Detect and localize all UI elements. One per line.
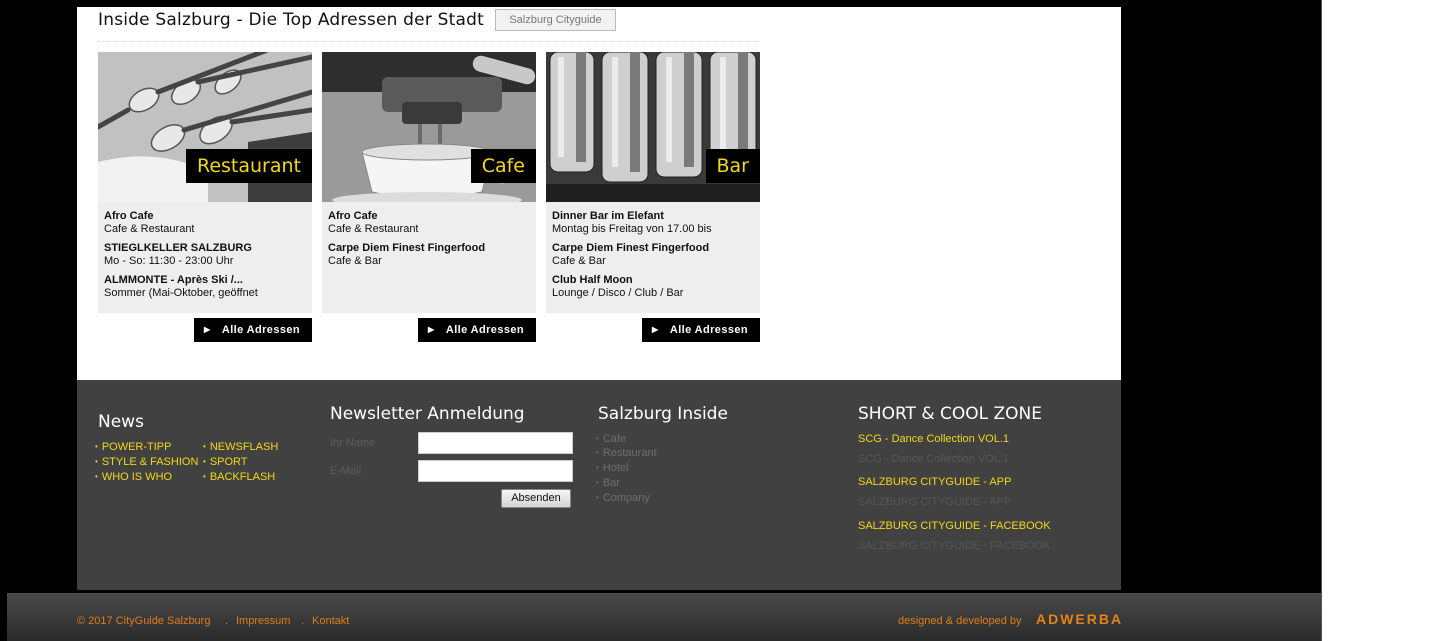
news-heading: News bbox=[98, 412, 144, 432]
section-title: Inside Salzburg - Die Top Adressen der S… bbox=[98, 10, 484, 30]
entry-subtitle: Cafe & Bar bbox=[328, 255, 382, 267]
inside-link-company[interactable]: • Company bbox=[596, 491, 650, 506]
newsletter-heading: Newsletter Anmeldung bbox=[330, 404, 525, 424]
entry-subtitle: Cafe & Restaurant bbox=[328, 223, 419, 235]
email-input[interactable] bbox=[418, 460, 573, 482]
bullet-icon: • bbox=[596, 478, 599, 487]
name-field-label: Ihr Name bbox=[330, 437, 376, 449]
list-item[interactable]: STIEGLKELLER SALZBURG Mo - So: 11:30 - 2… bbox=[104, 241, 306, 268]
kontakt-link[interactable]: Kontakt bbox=[312, 615, 349, 627]
entry-subtitle: Sommer (Mai-Oktober, geöffnet bbox=[104, 287, 258, 299]
list-item[interactable]: Afro Cafe Cafe & Restaurant bbox=[328, 209, 530, 236]
page-right-margin bbox=[1321, 0, 1440, 641]
bullet-icon: • bbox=[596, 434, 599, 443]
all-addresses-button-restaurant[interactable]: ▶ Alle Adressen bbox=[194, 318, 312, 342]
list-item[interactable]: Club Half Moon Lounge / Disco / Club / B… bbox=[552, 273, 754, 300]
news-link-sport[interactable]: • SPORT bbox=[203, 455, 248, 470]
card-label: Cafe bbox=[470, 149, 536, 183]
category-card-restaurant: Restaurant Afro Cafe Cafe & Restaurant S… bbox=[98, 52, 312, 313]
news-link-backflash[interactable]: • BACKFLASH bbox=[203, 470, 275, 485]
card-address-list: Afro Cafe Cafe & Restaurant STIEGLKELLER… bbox=[98, 202, 312, 313]
adwerba-logo-link[interactable]: ADWERBA bbox=[1036, 611, 1123, 627]
frame-top-border bbox=[0, 0, 1440, 7]
inside-link-hotel[interactable]: • Hotel bbox=[596, 461, 629, 476]
bullet-icon: • bbox=[95, 472, 98, 481]
cool-zone-subtitle: SALZBURG CITYGUIDE - FACEBOOK bbox=[858, 540, 1051, 552]
cool-zone-subtitle: SALZBURG CITYGUIDE - APP bbox=[858, 496, 1012, 508]
entry-name[interactable]: ALMMONTE - Après Ski /... bbox=[104, 273, 306, 287]
espresso-machine-image[interactable]: Cafe bbox=[322, 52, 536, 202]
all-addresses-button-bar[interactable]: ▶ Alle Adressen bbox=[642, 318, 760, 342]
list-item[interactable]: Carpe Diem Finest Fingerfood Cafe & Bar bbox=[328, 241, 530, 268]
frame-left-border bbox=[0, 0, 7, 641]
bullet-icon: • bbox=[203, 472, 206, 481]
bullet-icon: • bbox=[596, 448, 599, 457]
list-item[interactable]: ALMMONTE - Après Ski /... Sommer (Mai-Ok… bbox=[104, 273, 306, 300]
card-address-list: Dinner Bar im Elefant Montag bis Freitag… bbox=[546, 202, 760, 313]
entry-name[interactable]: Afro Cafe bbox=[104, 209, 306, 223]
all-addresses-button-cafe[interactable]: ▶ Alle Adressen bbox=[418, 318, 536, 342]
cool-zone-link-app[interactable]: SALZBURG CITYGUIDE - APP bbox=[858, 476, 1011, 488]
salzburg-cityguide-tag-button[interactable]: Salzburg Cityguide bbox=[495, 9, 616, 31]
bullet-icon: • bbox=[203, 457, 206, 466]
short-cool-zone-heading: SHORT & COOL ZONE bbox=[858, 404, 1042, 424]
news-link-newsflash[interactable]: • NEWSFLASH bbox=[203, 440, 278, 455]
entry-name[interactable]: Club Half Moon bbox=[552, 273, 754, 287]
bullet-icon: • bbox=[203, 442, 206, 451]
entry-name[interactable]: Carpe Diem Finest Fingerfood bbox=[552, 241, 754, 255]
entry-name[interactable]: Dinner Bar im Elefant bbox=[552, 209, 754, 223]
cutlery-image[interactable]: Restaurant bbox=[98, 52, 312, 202]
card-address-list: Afro Cafe Cafe & Restaurant Carpe Diem F… bbox=[322, 202, 536, 313]
cool-zone-link-dance-collection[interactable]: SCG - Dance Collection VOL.1 bbox=[858, 433, 1009, 445]
category-card-bar: Bar Dinner Bar im Elefant Montag bis Fre… bbox=[546, 52, 760, 313]
entry-subtitle: Cafe & Bar bbox=[552, 255, 606, 267]
play-arrow-icon: ▶ bbox=[652, 325, 659, 334]
entry-subtitle: Lounge / Disco / Club / Bar bbox=[552, 287, 684, 299]
play-arrow-icon: ▶ bbox=[204, 325, 211, 334]
copyright-link[interactable]: © 2017 CityGuide Salzburg bbox=[77, 615, 210, 627]
button-label: Alle Adressen bbox=[445, 324, 524, 336]
button-label: Alle Adressen bbox=[669, 324, 748, 336]
impressum-link[interactable]: Impressum bbox=[236, 615, 290, 627]
title-divider bbox=[98, 41, 760, 42]
page-right-edge bbox=[1321, 0, 1322, 641]
card-label: Restaurant bbox=[185, 149, 312, 183]
inside-link-restaurant[interactable]: • Restaurant bbox=[596, 446, 657, 461]
salzburg-inside-heading: Salzburg Inside bbox=[598, 404, 728, 424]
bar-glasses-image[interactable]: Bar bbox=[546, 52, 760, 202]
bullet-icon: • bbox=[95, 442, 98, 451]
entry-name[interactable]: Carpe Diem Finest Fingerfood bbox=[328, 241, 530, 255]
inside-link-cafe[interactable]: • Cafe bbox=[596, 432, 626, 447]
cool-zone-link-facebook[interactable]: SALZBURG CITYGUIDE - FACEBOOK bbox=[858, 520, 1051, 532]
entry-name[interactable]: STIEGLKELLER SALZBURG bbox=[104, 241, 306, 255]
entry-name[interactable]: Afro Cafe bbox=[328, 209, 530, 223]
news-link-style-fashion[interactable]: • STYLE & FASHION bbox=[95, 455, 198, 470]
bullet-icon: • bbox=[596, 463, 599, 472]
button-label: Alle Adressen bbox=[221, 324, 300, 336]
entry-subtitle: Montag bis Freitag von 17.00 bis bbox=[552, 223, 712, 235]
list-item[interactable]: Carpe Diem Finest Fingerfood Cafe & Bar bbox=[552, 241, 754, 268]
separator-dot: . bbox=[225, 615, 229, 627]
card-label: Bar bbox=[705, 149, 760, 183]
inside-link-bar[interactable]: • Bar bbox=[596, 476, 620, 491]
cool-zone-subtitle: SCG - Dance Collection VOL.1 bbox=[858, 453, 1010, 465]
play-arrow-icon: ▶ bbox=[428, 325, 435, 334]
name-input[interactable] bbox=[418, 432, 573, 454]
credit-text: designed & developed by bbox=[898, 615, 1022, 627]
entry-subtitle: Cafe & Restaurant bbox=[104, 223, 195, 235]
list-item[interactable]: Afro Cafe Cafe & Restaurant bbox=[104, 209, 306, 236]
email-field-label: E-Mail bbox=[330, 465, 362, 477]
category-card-cafe: Cafe Afro Cafe Cafe & Restaurant Carpe D… bbox=[322, 52, 536, 313]
bullet-icon: • bbox=[95, 457, 98, 466]
list-item[interactable]: Dinner Bar im Elefant Montag bis Freitag… bbox=[552, 209, 754, 236]
newsletter-submit-button[interactable]: Absenden bbox=[501, 489, 571, 508]
news-link-power-tipp[interactable]: • POWER-TIPP bbox=[95, 440, 171, 455]
separator-dot: . bbox=[301, 615, 305, 627]
news-link-who-is-who[interactable]: • WHO IS WHO bbox=[95, 470, 172, 485]
bullet-icon: • bbox=[596, 493, 599, 502]
entry-subtitle: Mo - So: 11:30 - 23:00 Uhr bbox=[104, 255, 234, 267]
